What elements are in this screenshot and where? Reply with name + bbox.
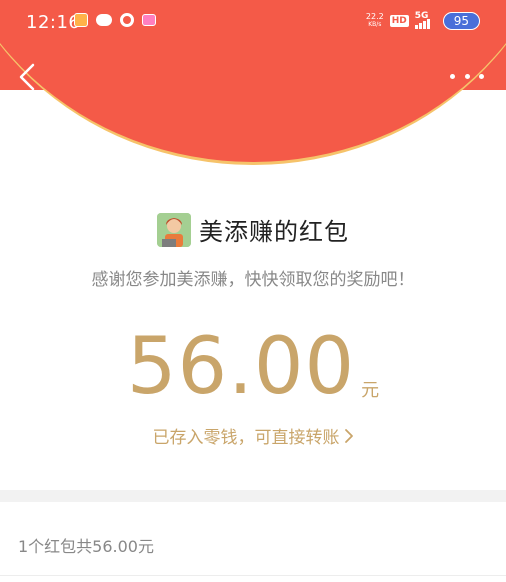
transfer-link-text: 已存入零钱，可直接转账 <box>152 428 340 448</box>
status-right-group: 22.2 KB/s HD 5G 95 <box>366 11 480 30</box>
signal-icon: 5G <box>414 11 437 29</box>
notification-icons <box>74 13 156 27</box>
hd-badge: HD <box>389 15 409 27</box>
pinwheel-notification-icon <box>120 13 134 27</box>
network-speed-value: 22.2 <box>365 12 384 21</box>
section-divider <box>0 490 506 502</box>
sender-row: 美添赚的红包 <box>0 212 506 247</box>
more-options-button[interactable] <box>450 66 484 86</box>
network-speed-unit: KB/s <box>368 21 382 28</box>
red-packet-summary: 1个红包共56.00元 <box>18 537 154 556</box>
app-notification-icon <box>74 13 88 27</box>
amount-unit: 元 <box>361 380 380 401</box>
signal-bars <box>414 19 430 29</box>
transfer-link[interactable]: 已存入零钱，可直接转账 <box>0 423 506 448</box>
sender-name: 美添赚的红包 <box>199 218 349 246</box>
more-dot-icon <box>450 73 455 79</box>
chat-notification-icon <box>96 14 112 26</box>
more-dot-icon <box>479 73 484 79</box>
red-packet-page: 12:16 22.2 KB/s HD 5G 95 美添赚的红包 感谢您参加美添赚… <box>0 0 506 582</box>
more-dot-icon <box>464 73 470 79</box>
status-bar: 12:16 22.2 KB/s HD 5G 95 <box>0 0 506 44</box>
battery-indicator: 95 <box>442 12 480 30</box>
bottom-divider <box>0 575 506 576</box>
sender-avatar <box>157 212 191 247</box>
shop-notification-icon <box>142 14 156 26</box>
network-speed: 22.2 KB/s <box>366 13 384 29</box>
sender-avatar-image <box>157 212 191 247</box>
chevron-right-icon <box>344 428 353 443</box>
status-time: 12:16 <box>26 12 81 33</box>
greeting-message: 感谢您参加美添赚，快快领取您的奖励吧！ <box>91 270 415 290</box>
back-button[interactable] <box>12 60 42 94</box>
received-amount: 56.00 <box>126 322 356 412</box>
amount-row: 56.00 元 <box>0 322 506 412</box>
chevron-left-icon <box>19 63 35 91</box>
